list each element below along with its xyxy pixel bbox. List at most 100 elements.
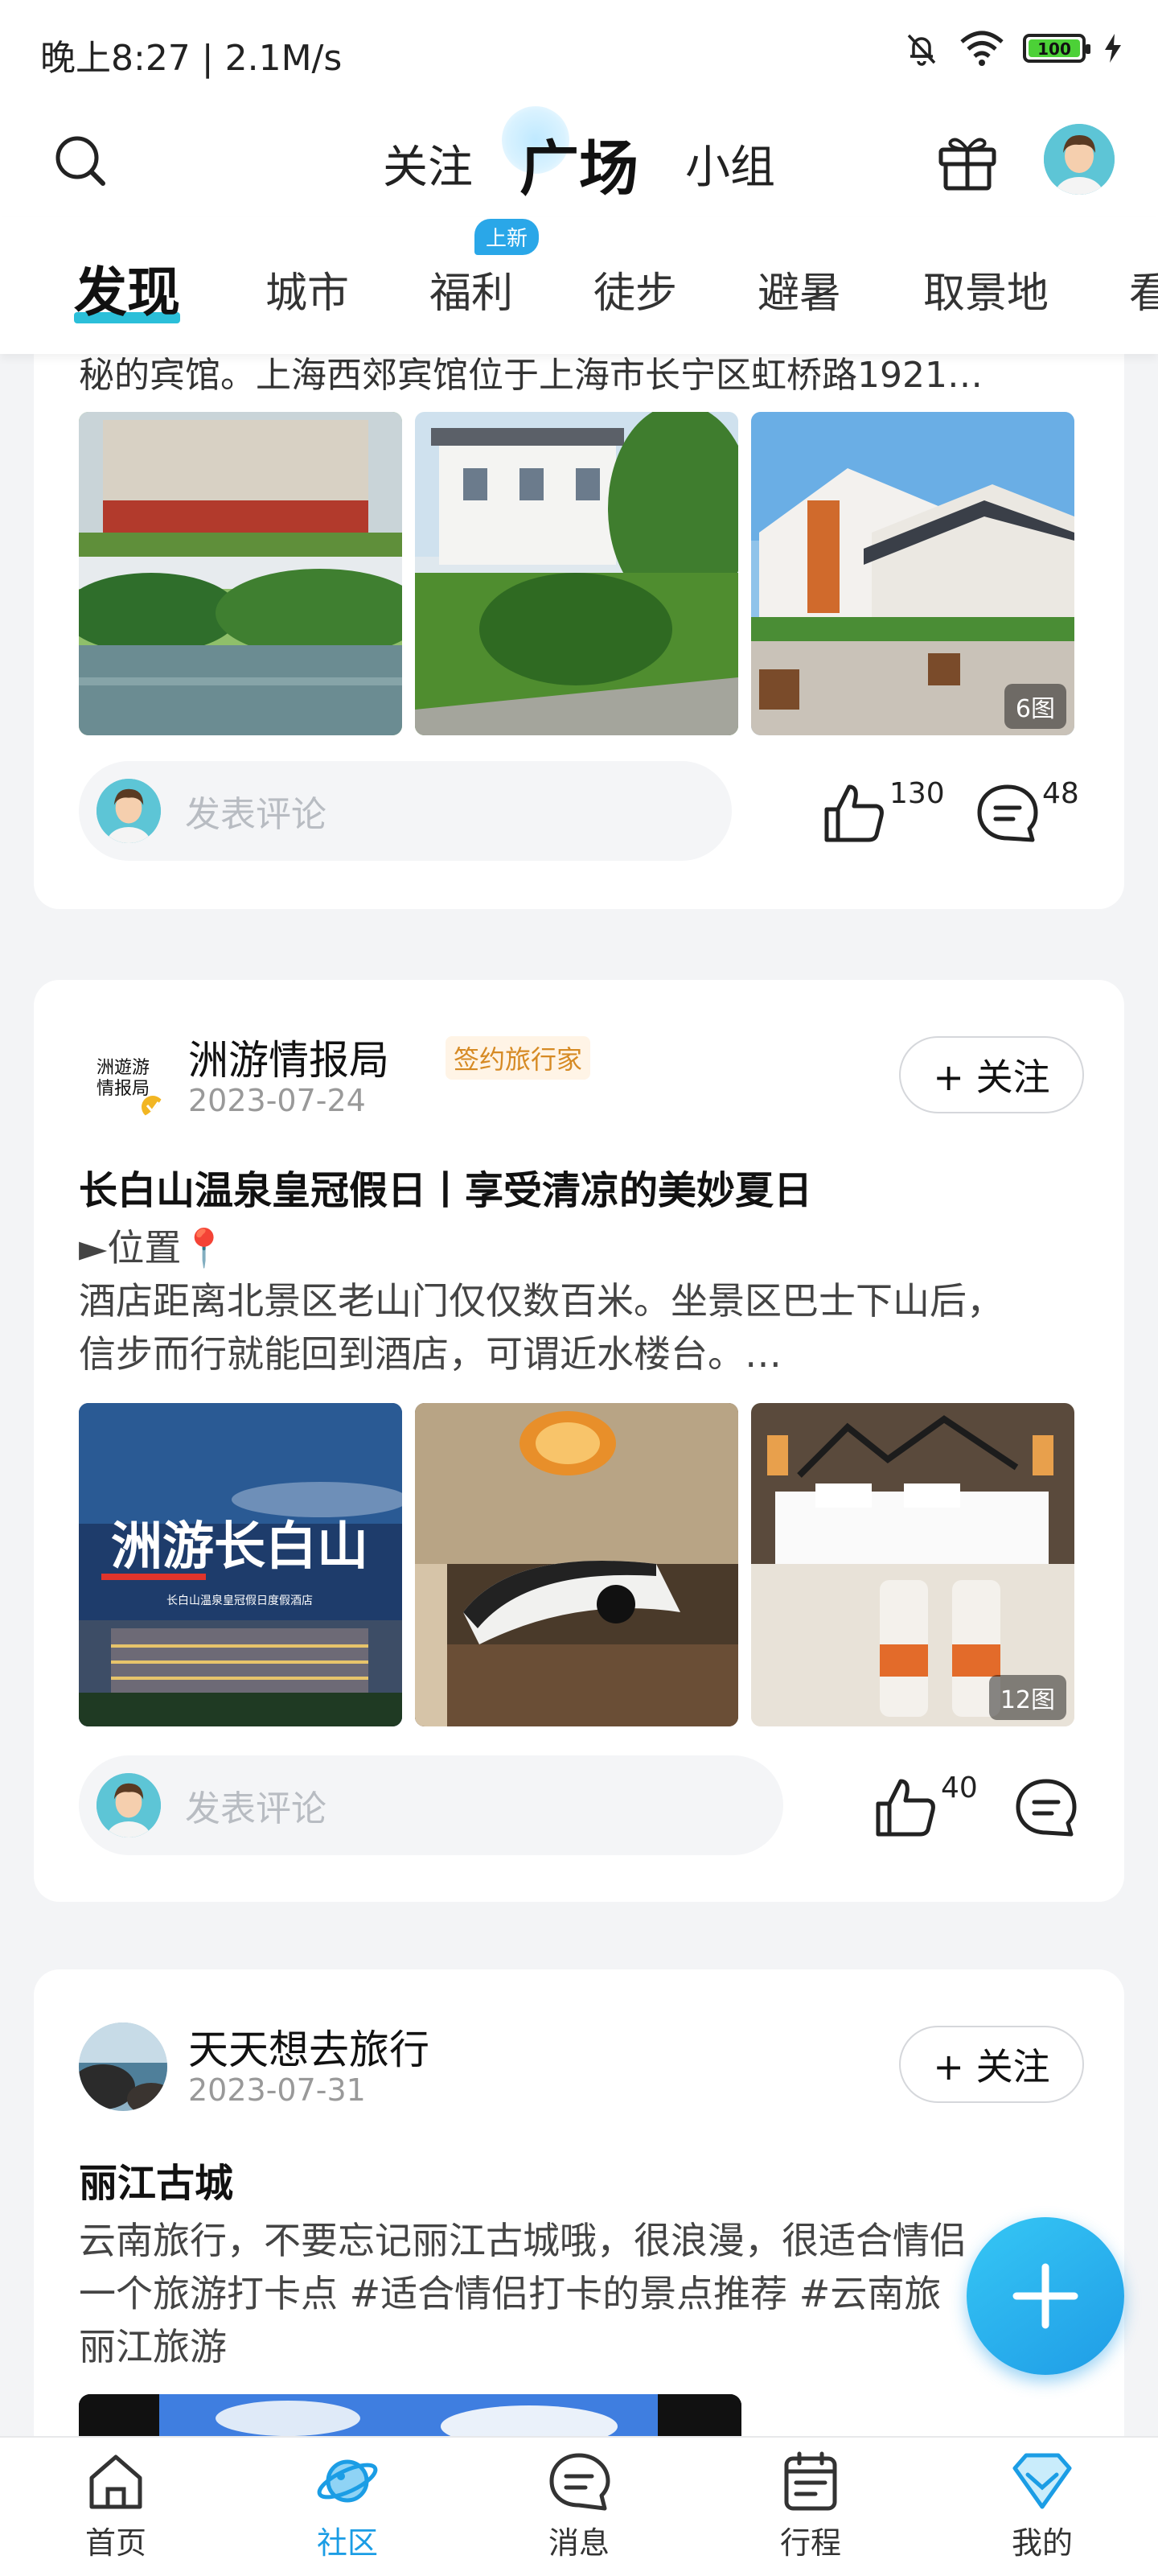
post-title[interactable]: 丽江古城 [79, 2151, 233, 2208]
gift-button[interactable] [933, 126, 1002, 195]
like-button[interactable]: 40 [873, 1772, 978, 1841]
post-photo[interactable] [415, 412, 738, 735]
home-icon [89, 2455, 142, 2509]
follow-button[interactable]: + 关注 [899, 1036, 1084, 1113]
category-tab-discover[interactable]: 发现 [74, 249, 180, 327]
post-body-line: 信步而行就能回到酒店，可谓近水楼台。… [79, 1332, 782, 1376]
villa-garden-photo [415, 412, 738, 735]
mute-bell-icon [907, 34, 936, 66]
avatar-illustration-icon [96, 779, 161, 843]
category-tabs: 发现 城市 福利 上新 徒步 避暑 取景地 看 [0, 217, 1158, 354]
category-tab-label: 发现 [74, 261, 180, 323]
nav-messages[interactable]: 消息 [515, 2447, 643, 2562]
status-time: 晚上8:27 | 2.1M/s [40, 38, 343, 79]
tab-groups[interactable]: 小组 [685, 131, 775, 196]
poster-subtitle: 长白山温泉皇冠假日度假酒店 [166, 1594, 313, 1607]
like-count: 130 [889, 777, 945, 810]
post-photo[interactable]: 12图 [751, 1403, 1074, 1726]
image-count: 12图 [988, 1675, 1066, 1720]
nav-community[interactable]: 社区 [283, 2447, 412, 2562]
post-body-line: 酒店距离北景区老山门仅仅数百米。坐景区巴士下山后， [79, 1279, 1004, 1323]
post-body[interactable]: ►位置📍 酒店距离北景区老山门仅仅数百米。坐景区巴士下山后， 信步而行就能回到酒… [79, 1221, 1084, 1381]
comment-input[interactable]: 发表评论 [79, 761, 732, 861]
category-tab-welfare[interactable]: 福利 [429, 259, 513, 319]
comment-count: 48 [1042, 777, 1079, 810]
photo-grid: 洲游长白山 长白山温泉皇冠假日度假酒店 12图 [79, 1403, 1074, 1726]
svg-text:洲遊游: 洲遊游 [96, 1058, 150, 1078]
tab-plaza-label: 广场 [519, 134, 639, 204]
thumbs-up-icon [876, 1779, 935, 1837]
author-avatar[interactable]: 洲遊游 情报局 [79, 1033, 167, 1121]
category-tab-more[interactable]: 看 [1129, 259, 1158, 319]
post-photo[interactable]: 洲游长白山 长白山温泉皇冠假日度假酒店 [79, 1403, 402, 1726]
post-body-line: 一个旅游打卡点 #适合情侣打卡的景点推荐 #云南旅 [79, 2272, 942, 2315]
tab-plaza[interactable]: 广场 [502, 106, 639, 207]
gift-icon [938, 138, 996, 191]
user-avatar[interactable] [1044, 124, 1115, 195]
resort-poster-photo: 洲游长白山 长白山温泉皇冠假日度假酒店 [79, 1403, 402, 1726]
nav-label: 我的 [1011, 2525, 1073, 2561]
status-bar: 晚上8:27 | 2.1M/s 100 [0, 0, 1158, 97]
message-icon [549, 2453, 610, 2511]
comment-button[interactable]: 48 [975, 777, 1079, 846]
wifi-icon [960, 31, 1004, 66]
post-card-1[interactable]: 秘的宾馆。上海西郊宾馆位于上海市长宁区虹桥路1921… 6图 发表评论 130 … [34, 322, 1124, 909]
post-body-line: 云南旅行，不要忘记丽江古城哦，很浪漫，很适合情侣 [79, 2219, 967, 2262]
comment-button[interactable] [1013, 1775, 1079, 1841]
post-date: 2023-07-24 [188, 1083, 366, 1118]
bottom-nav: 首页 社区 消息 行程 我的 [0, 2436, 1158, 2576]
image-count: 6图 [1004, 684, 1066, 729]
avatar-illustration-icon [1044, 124, 1115, 195]
svg-text:情报局: 情报局 [96, 1079, 150, 1099]
new-badge: 上新 [474, 219, 540, 255]
author-row: 洲遊游 情报局 洲游情报局 签约旅行家 2023-07-24 + 关注 [79, 1028, 1084, 1125]
planet-icon [317, 2459, 378, 2503]
diamond-icon [1012, 2453, 1072, 2509]
comment-row: 发表评论 [79, 761, 732, 861]
poster-title: 洲游长白山 [111, 1517, 368, 1577]
post-photo[interactable] [415, 1403, 738, 1726]
battery-icon: 100 [1023, 34, 1090, 63]
category-tab-filming-location[interactable]: 取景地 [923, 259, 1049, 319]
tab-following[interactable]: 关注 [383, 131, 473, 196]
nav-label: 消息 [548, 2525, 610, 2561]
category-tab-hiking[interactable]: 徒步 [593, 259, 677, 319]
comment-icon [977, 784, 1038, 842]
nav-label: 行程 [779, 2525, 841, 2561]
category-tab-summer[interactable]: 避暑 [758, 259, 841, 319]
comment-placeholder: 发表评论 [185, 1788, 326, 1829]
post-photo[interactable]: 6图 [751, 412, 1074, 735]
top-nav: 关注 广场 小组 [0, 97, 1158, 217]
signed-traveler-tag: 签约旅行家 [446, 1036, 591, 1080]
author-avatar[interactable] [79, 2023, 167, 2111]
avatar-illustration-icon [96, 1773, 161, 1837]
avatar [96, 1773, 161, 1837]
battery-level: 100 [1029, 39, 1080, 59]
like-count: 40 [941, 1772, 978, 1804]
nav-profile[interactable]: 我的 [978, 2447, 1107, 2562]
post-card-2[interactable]: 洲遊游 情报局 洲游情报局 签约旅行家 2023-07-24 + 关注 长白山温… [34, 980, 1124, 1902]
plus-icon [1012, 2263, 1078, 2329]
post-title[interactable]: 长白山温泉皇冠假日丨享受清凉的美妙夏日 [79, 1158, 812, 1215]
post-body[interactable]: 云南旅行，不要忘记丽江古城哦，很浪漫，很适合情侣 一个旅游打卡点 #适合情侣打卡… [79, 2214, 1084, 2373]
author-name[interactable]: 洲游情报局 [188, 1028, 389, 1086]
brand-logo-avatar: 洲遊游 情报局 [79, 1033, 167, 1121]
nav-home[interactable]: 首页 [51, 2447, 180, 2562]
like-button[interactable]: 130 [822, 777, 945, 846]
avatar [96, 779, 161, 843]
comment-placeholder: 发表评论 [185, 794, 326, 835]
hotel-gate-photo [79, 412, 402, 735]
calendar-icon [784, 2451, 837, 2511]
post-photo[interactable] [79, 412, 402, 735]
post-body-line: ►位置📍 [79, 1226, 228, 1269]
author-row: 天天想去旅行 2023-07-31 + 关注 [79, 2018, 1084, 2114]
comment-input[interactable]: 发表评论 [79, 1755, 783, 1855]
photo-grid: 6图 [79, 412, 1074, 735]
nav-label: 社区 [316, 2525, 378, 2561]
follow-button[interactable]: + 关注 [899, 2026, 1084, 2103]
category-tab-city[interactable]: 城市 [265, 259, 349, 319]
create-post-button[interactable] [967, 2217, 1124, 2375]
author-name[interactable]: 天天想去旅行 [188, 2018, 429, 2076]
nav-itinerary[interactable]: 行程 [746, 2447, 875, 2562]
comment-icon [1016, 1779, 1077, 1837]
